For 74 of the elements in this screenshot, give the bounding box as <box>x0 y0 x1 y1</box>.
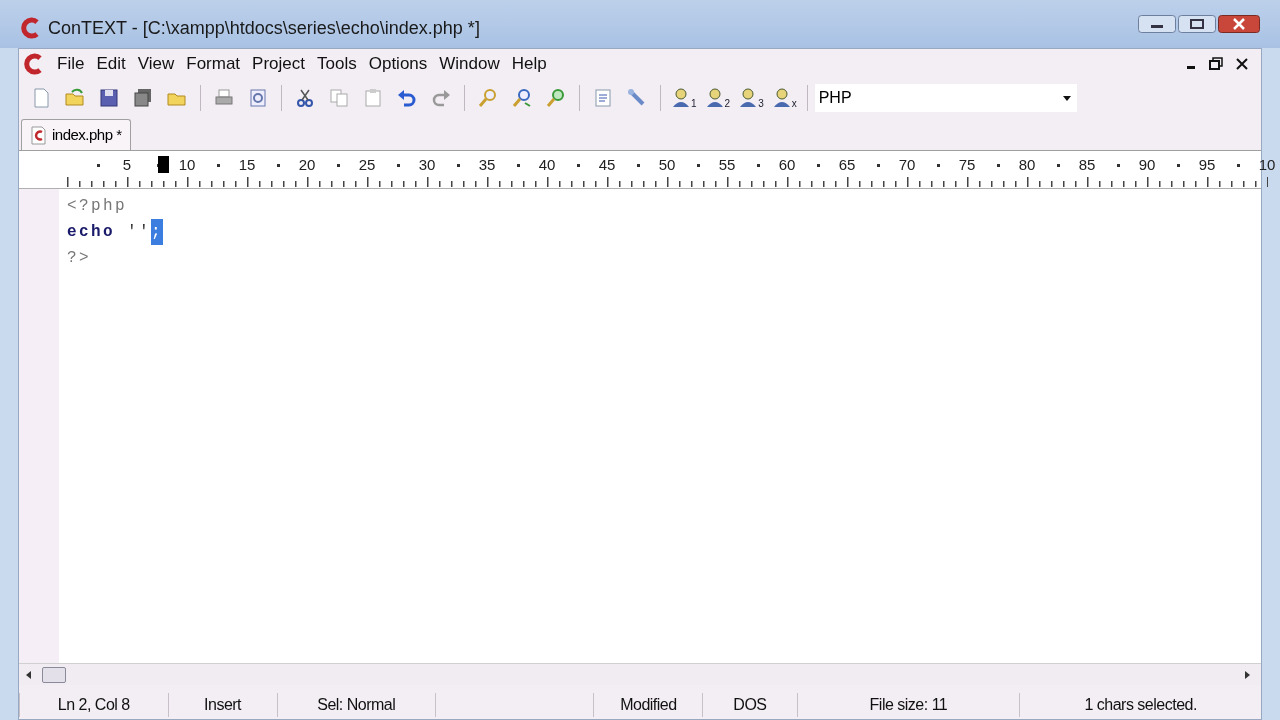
ruler-number: 85 <box>1078 155 1096 175</box>
scissors-icon[interactable] <box>294 87 316 109</box>
file-tab[interactable]: index.php * <box>21 119 131 150</box>
code-text: <?php <box>67 196 127 217</box>
ruler-number: 80 <box>1018 155 1036 175</box>
selected-code-text: ; <box>151 219 164 245</box>
scroll-right-icon[interactable] <box>1244 670 1251 679</box>
menu-item[interactable]: File <box>51 51 91 77</box>
ruler-number: 5 <box>122 155 132 175</box>
ruler-number: 70 <box>898 155 916 175</box>
open-folder-icon[interactable] <box>64 87 86 109</box>
status-text: Modified <box>620 695 677 715</box>
caret-icon <box>1062 95 1071 101</box>
save-all-icon[interactable] <box>132 87 154 109</box>
maximize-icon[interactable] <box>1178 15 1216 33</box>
horizontal-scrollbar[interactable] <box>19 663 1261 685</box>
user-tool-button[interactable]: 3 <box>738 87 764 109</box>
code-text: ?> <box>67 248 91 269</box>
undo-icon[interactable] <box>396 87 418 109</box>
search-icon[interactable] <box>511 87 533 109</box>
restore-icon[interactable] <box>1209 57 1223 71</box>
ruler-number: 90 <box>1138 155 1156 175</box>
ruler-number: 45 <box>598 155 616 175</box>
menu-item[interactable]: Project <box>246 51 311 77</box>
menu-item[interactable]: Edit <box>90 51 132 77</box>
ruler-number: 15 <box>238 155 256 175</box>
menu-item[interactable]: View <box>131 51 181 77</box>
ruler-number: 10 <box>178 155 196 175</box>
menu-item[interactable]: Options <box>362 51 434 77</box>
ruler-number: 55 <box>718 155 736 175</box>
person-icon <box>704 87 725 109</box>
status-text: DOS <box>733 695 767 715</box>
save-icon[interactable] <box>98 87 120 109</box>
ruler-number: 20 <box>298 155 316 175</box>
redo-icon[interactable] <box>430 87 452 109</box>
document-icon[interactable] <box>592 87 614 109</box>
scroll-thumb[interactable] <box>42 666 66 683</box>
code-text: echo <box>67 222 115 243</box>
ruler-number: 60 <box>778 155 796 175</box>
user-tool-button[interactable]: 1 <box>671 87 697 109</box>
ruler-number: 65 <box>838 155 856 175</box>
window-title: ConTEXT - [C:\xampp\htdocs\series\echo\index.php *] <box>48 16 480 40</box>
scroll-left-icon[interactable] <box>25 670 32 679</box>
menu-item[interactable]: Window <box>433 51 506 77</box>
ruler-number: 75 <box>958 155 976 175</box>
language-dropdown[interactable]: PHP <box>814 84 1077 112</box>
search-icon[interactable] <box>477 87 499 109</box>
person-icon <box>771 87 792 109</box>
menu-item[interactable]: Tools <box>311 51 363 77</box>
minimize-icon[interactable] <box>1138 15 1176 33</box>
close-icon[interactable] <box>1218 15 1260 33</box>
status-text: 1 chars selected. <box>1084 695 1197 715</box>
ruler-number: 10 <box>1258 155 1276 175</box>
search-icon[interactable] <box>545 87 567 109</box>
user-tool-button[interactable]: 2 <box>704 87 731 109</box>
ruler-number: 25 <box>358 155 376 175</box>
status-text: Insert <box>204 695 242 715</box>
person-icon <box>671 87 691 109</box>
status-text: File size: 11 <box>869 695 948 715</box>
user-tool-button[interactable]: x <box>771 87 797 109</box>
print-preview-icon[interactable] <box>247 87 269 109</box>
ruler-number: 40 <box>538 155 556 175</box>
code-text: '' <box>126 222 152 243</box>
file-icon <box>30 125 46 145</box>
ruler-number: 50 <box>658 155 676 175</box>
ruler-number: 30 <box>418 155 436 175</box>
menu-item[interactable]: Format <box>180 51 247 77</box>
ruler-number: 35 <box>478 155 496 175</box>
status-text: Ln 2, Col 8 <box>57 695 130 715</box>
status-text: Sel: Normal <box>317 695 396 715</box>
close-icon[interactable] <box>1235 57 1249 71</box>
person-icon <box>738 87 759 109</box>
ruler-number: 95 <box>1198 155 1216 175</box>
menu-item[interactable]: Help <box>505 51 553 77</box>
